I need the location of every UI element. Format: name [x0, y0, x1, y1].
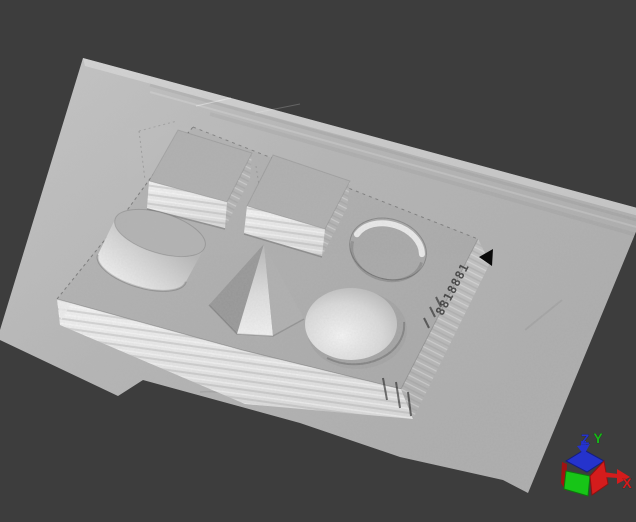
- mesh-canvas: 8818881 Z Y X: [0, 0, 636, 522]
- z-axis-label: Z: [581, 431, 590, 447]
- x-axis-label: X: [622, 475, 632, 491]
- y-axis-label: Y: [593, 430, 603, 446]
- 3d-viewport[interactable]: 8818881 Z Y X: [0, 0, 636, 522]
